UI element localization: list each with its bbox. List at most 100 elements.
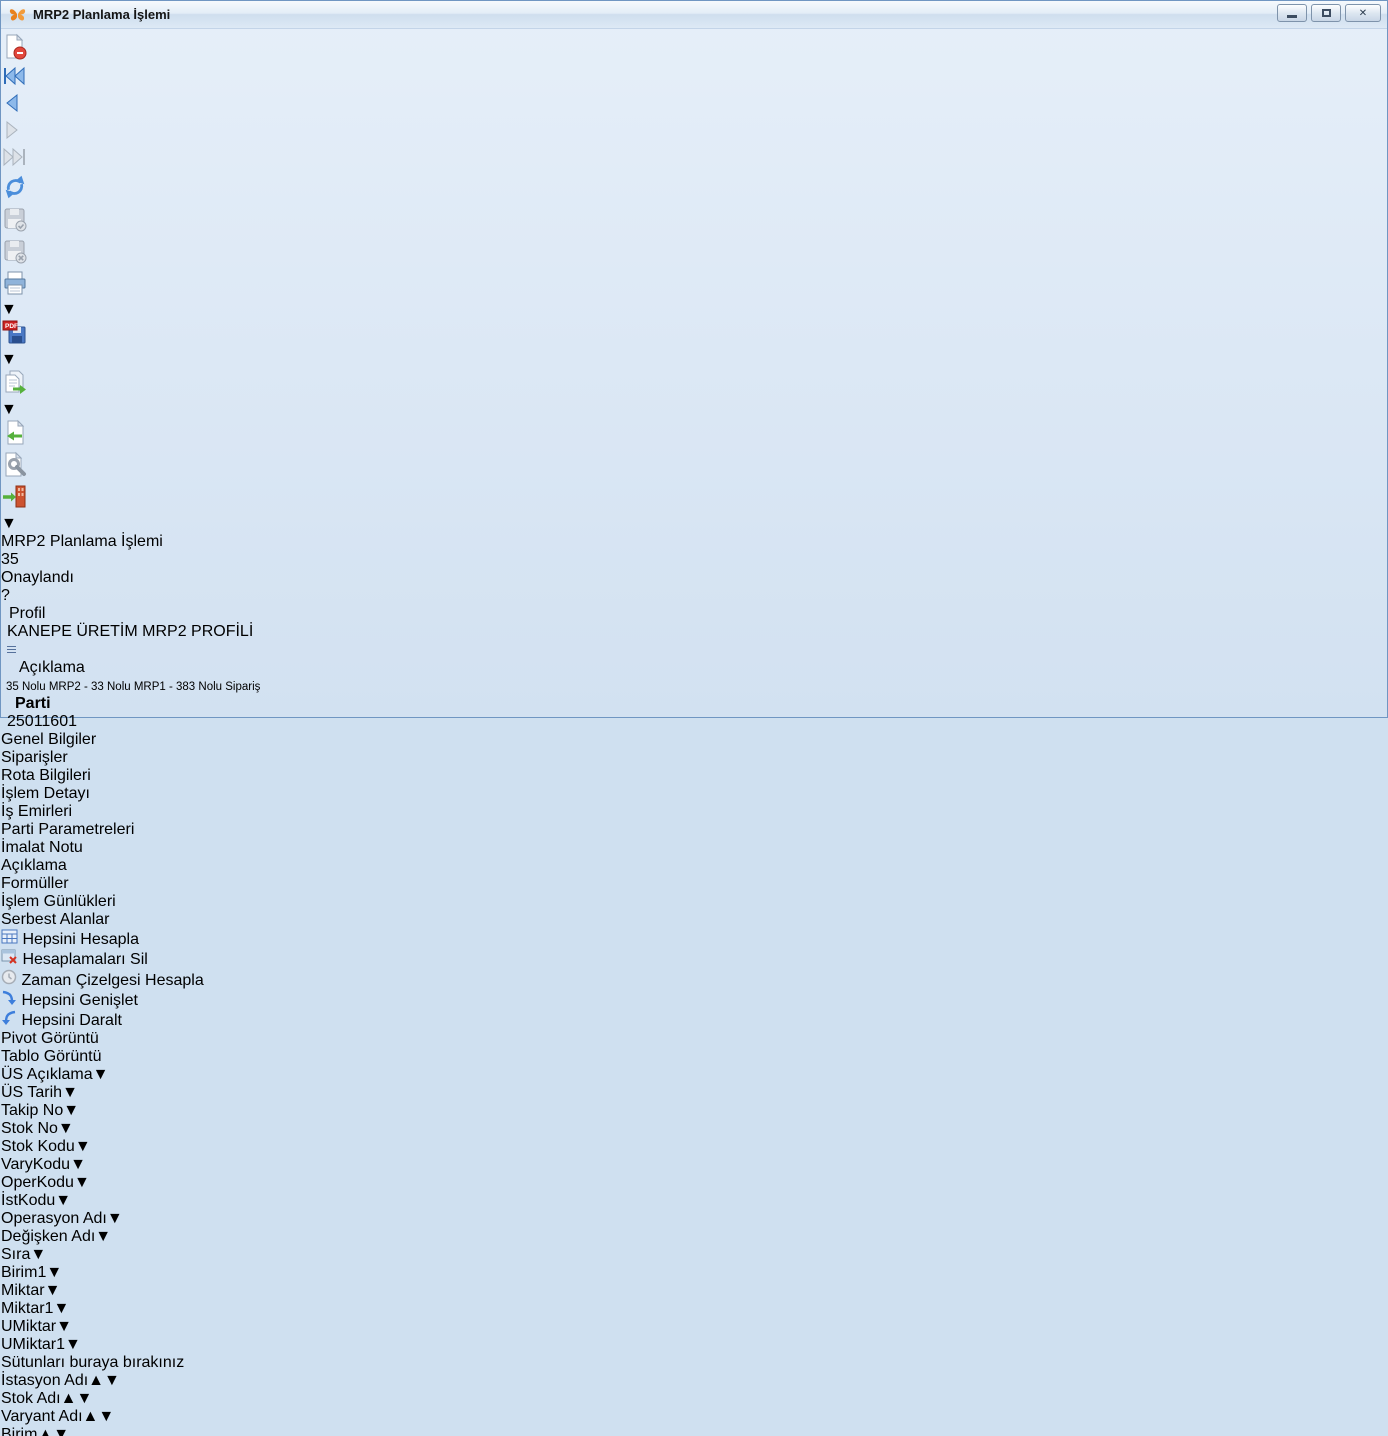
filter-dropdown-icon[interactable]: ▼ <box>56 1318 72 1335</box>
pivot-field-birim[interactable]: Birim▲▼ <box>1 1426 64 1436</box>
last-record-icon <box>1 146 27 168</box>
filter-dropdown-icon[interactable]: ▼ <box>53 1300 69 1317</box>
filter-dropdown-icon[interactable]: ▼ <box>58 1120 74 1137</box>
exit-button[interactable] <box>1 483 1387 515</box>
first-record-button[interactable] <box>1 65 1387 92</box>
tab-i-lem-g-nl-kleri[interactable]: İşlem Günlükleri <box>1 893 1387 911</box>
pivot-field-s-ra[interactable]: Sıra▼ <box>1 1246 1387 1264</box>
refresh-button[interactable] <box>1 173 1387 206</box>
pivot-field-miktar1[interactable]: Miktar1▼ <box>1 1300 1387 1318</box>
exit-door-icon <box>1 483 29 510</box>
sidebar: Hepsini Hesapla Hesaplamaları Sil Zaman … <box>1 929 1387 1030</box>
minimize-button[interactable] <box>1277 4 1307 22</box>
import-document-icon <box>1 419 28 446</box>
transfer-dropdown[interactable]: ▼ <box>1 401 1387 419</box>
filter-dropdown-icon[interactable]: ▼ <box>93 1066 109 1083</box>
subtab-pivot-g-r-nt[interactable]: Pivot Görüntü <box>1 1030 1387 1048</box>
aciklama-value: 35 Nolu MRP2 - 33 Nolu MRP1 - 383 Nolu S… <box>6 681 260 693</box>
pivot-field-operasyon-ad[interactable]: Operasyon Adı▼ <box>1 1210 1387 1228</box>
tab-i-emirleri[interactable]: İş Emirleri <box>1 803 1387 821</box>
app-butterfly-icon <box>9 7 26 22</box>
pivot-field-varykodu[interactable]: VaryKodu▼ <box>1 1156 1387 1174</box>
tab-i-lem-detay[interactable]: İşlem Detayı <box>1 785 1387 803</box>
import-button[interactable] <box>1 419 1387 451</box>
filter-dropdown-icon[interactable]: ▼ <box>95 1228 111 1245</box>
exit-dropdown[interactable]: ▼ <box>1 515 1387 533</box>
last-record-button[interactable] <box>1 146 1387 173</box>
subtab-tablo-g-r-nt[interactable]: Tablo Görüntü <box>1 1048 1387 1066</box>
pdf-dropdown[interactable]: ▼ <box>1 351 1387 369</box>
profil-field[interactable]: KANEPE ÜRETİM MRP2 PROFİLİ <box>7 623 197 659</box>
filter-dropdown-icon[interactable]: ▼ <box>70 1156 86 1173</box>
tab-rota-bilgileri[interactable]: Rota Bilgileri <box>1 767 1387 785</box>
filter-dropdown-icon[interactable]: ▼ <box>75 1138 91 1155</box>
tab-genel-bilgiler[interactable]: Genel Bilgiler <box>1 731 1387 749</box>
filter-dropdown-icon[interactable]: ▼ <box>45 1282 61 1299</box>
sidebar-item-hepsini-genislet[interactable]: Hepsini Genişlet <box>1 990 1387 1010</box>
next-record-button[interactable] <box>1 119 1387 146</box>
filter-dropdown-icon[interactable]: ▼ <box>53 1426 69 1436</box>
filter-dropdown-icon[interactable]: ▼ <box>74 1174 90 1191</box>
pivot-field-stok-kodu[interactable]: Stok Kodu▼ <box>1 1138 1387 1156</box>
tab-a-klama[interactable]: Açıklama <box>1 857 1387 875</box>
parti-field[interactable]: 25011601 <box>7 713 165 731</box>
filter-dropdown-icon[interactable]: ▼ <box>30 1246 46 1263</box>
tab-serbest-alanlar[interactable]: Serbest Alanlar <box>1 911 1387 929</box>
maximize-button[interactable] <box>1311 4 1341 22</box>
pivot-field-miktar[interactable]: Miktar▼ <box>1 1282 1387 1300</box>
tab-form-ller[interactable]: Formüller <box>1 875 1387 893</box>
filter-dropdown-icon[interactable]: ▼ <box>63 1102 79 1119</box>
pivot-field-i-stasyon-ad[interactable]: İstasyon Adı▲▼ <box>1 1372 168 1390</box>
pivot-field-umiktar[interactable]: UMiktar▼ <box>1 1318 1387 1336</box>
pivot-field-s-a-klama[interactable]: ÜS Açıklama▼ <box>1 1066 1387 1084</box>
pivot-field-birim1[interactable]: Birim1▼ <box>1 1264 1387 1282</box>
aciklama-field[interactable]: 35 Nolu MRP2 - 33 Nolu MRP1 - 383 Nolu S… <box>6 677 224 695</box>
pivot-field-de-i-ken-ad[interactable]: Değişken Adı▼ <box>1 1228 1387 1246</box>
pdf-export-button[interactable]: PDF <box>1 319 1387 351</box>
previous-record-button[interactable] <box>1 92 1387 119</box>
profil-lookup-icon[interactable] <box>7 641 16 658</box>
filter-dropdown-icon[interactable]: ▼ <box>98 1408 114 1425</box>
filter-dropdown-icon[interactable]: ▼ <box>55 1192 71 1209</box>
cancel-save-button[interactable] <box>1 238 1387 270</box>
document-settings-button[interactable] <box>1 451 1387 483</box>
filter-dropdown-icon[interactable]: ▼ <box>65 1336 81 1353</box>
parti-label: Parti <box>15 695 51 712</box>
field-label: Miktar <box>1 1282 45 1299</box>
pivot-field-takip-no[interactable]: Takip No▼ <box>1 1102 1387 1120</box>
help-icon: ? <box>1 587 1387 605</box>
filter-dropdown-icon[interactable]: ▼ <box>76 1390 92 1407</box>
sidebar-item-hepsini-daralt[interactable]: Hepsini Daralt <box>1 1010 1387 1030</box>
tab-parti-parametreleri[interactable]: Parti Parametreleri <box>1 821 1387 839</box>
toolbar: ▼ PDF ▼ ▼ <box>1 1 1387 605</box>
pivot-field-stok-no[interactable]: Stok No▼ <box>1 1120 1387 1138</box>
help-button[interactable]: ? <box>1 587 1387 605</box>
close-button[interactable]: ✕ <box>1345 4 1381 22</box>
transfer-button[interactable] <box>1 369 1387 401</box>
delete-record-button[interactable] <box>1 33 1387 65</box>
filter-dropdown-icon[interactable]: ▼ <box>62 1084 78 1101</box>
pivot-panel: ÜS Açıklama▼ÜS Tarih▼Takip No▼Stok No▼St… <box>1 1066 1387 1436</box>
tab-i-malat-notu[interactable]: İmalat Notu <box>1 839 1387 857</box>
aciklama-label: Açıklama <box>19 659 85 676</box>
collapse-all-icon <box>1 1010 17 1025</box>
filter-dropdown-icon[interactable]: ▼ <box>107 1210 123 1227</box>
previous-record-icon <box>1 92 23 114</box>
pivot-field-i-stkodu[interactable]: İstKodu▼ <box>1 1192 1387 1210</box>
sidebar-item-hepsini-hesapla[interactable]: Hepsini Hesapla <box>1 929 1387 949</box>
save-button[interactable] <box>1 206 1387 238</box>
pivot-field-stok-ad[interactable]: Stok Adı▲▼ <box>1 1390 184 1408</box>
print-dropdown[interactable]: ▼ <box>1 301 1387 319</box>
field-label: ÜS Tarih <box>1 1084 62 1101</box>
tab-sipari-ler[interactable]: Siparişler <box>1 749 1387 767</box>
filter-dropdown-icon[interactable]: ▼ <box>104 1372 120 1389</box>
pivot-field-s-tarih[interactable]: ÜS Tarih▼ <box>1 1084 1387 1102</box>
sidebar-item-hesaplamalari-sil[interactable]: Hesaplamaları Sil <box>1 949 1387 969</box>
filter-dropdown-icon[interactable]: ▼ <box>46 1264 62 1281</box>
pivot-field-varyant-ad[interactable]: Varyant Adı▲▼ <box>1 1408 142 1426</box>
sidebar-item-zaman-cizelgesi-hesapla[interactable]: Zaman Çizelgesi Hesapla <box>1 969 1387 990</box>
pivot-field-operkodu[interactable]: OperKodu▼ <box>1 1174 1387 1192</box>
print-button[interactable] <box>1 270 1387 301</box>
pivot-field-umiktar1[interactable]: UMiktar1▼ <box>1 1336 1387 1354</box>
pivot-grid: İstasyon Adı▲▼Stok Adı▲▼Varyant Adı▲▼Bir… <box>1 1372 1387 1436</box>
